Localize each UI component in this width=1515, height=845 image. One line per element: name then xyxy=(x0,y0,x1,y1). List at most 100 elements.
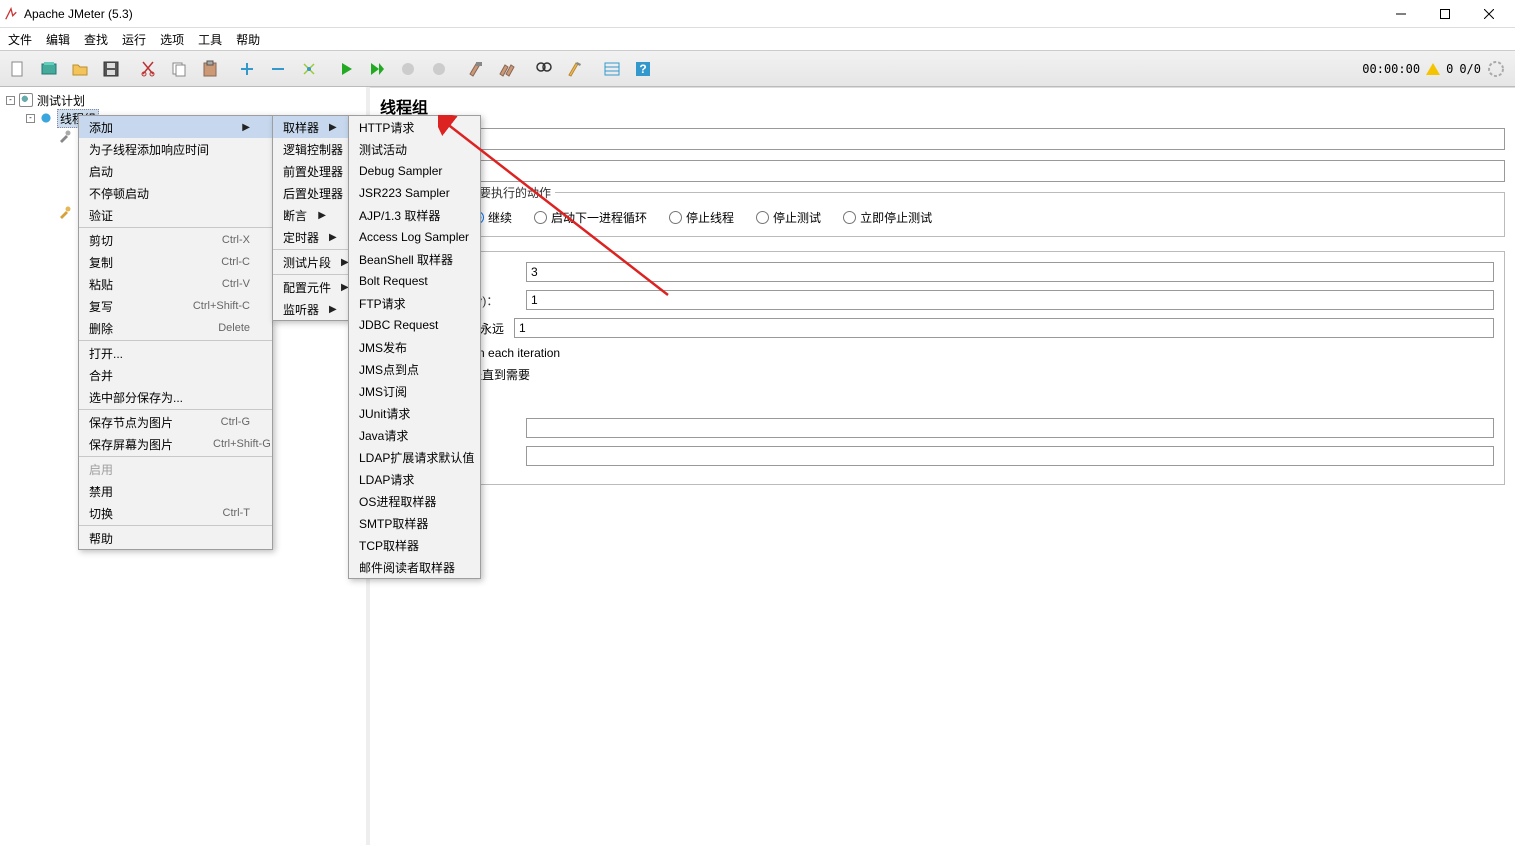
ctx-item[interactable]: LDAP扩展请求默认值 xyxy=(349,446,480,468)
ctx-item[interactable]: JMS发布 xyxy=(349,336,480,358)
ctx-item[interactable]: LDAP请求 xyxy=(349,468,480,490)
ctx-item[interactable]: BeanShell 取样器 xyxy=(349,248,480,270)
ctx-item[interactable]: 合并 xyxy=(79,364,272,386)
ctx-item[interactable]: 保存节点为图片Ctrl-G xyxy=(79,411,272,433)
ctx-item[interactable]: JDBC Request xyxy=(349,314,480,336)
ctx-item[interactable]: 剪切Ctrl-X xyxy=(79,229,272,251)
menu-tools[interactable]: 工具 xyxy=(198,31,222,48)
ctx-item[interactable]: JMS点到点 xyxy=(349,358,480,380)
server-status-icon xyxy=(1487,60,1505,78)
ctx-item[interactable]: 逻辑控制器▶ xyxy=(273,138,348,160)
collapse-button[interactable] xyxy=(264,55,292,83)
ctx-item[interactable]: 测试片段▶ xyxy=(273,251,348,273)
comment-input[interactable] xyxy=(430,160,1505,182)
ctx-item[interactable]: 定时器▶ xyxy=(273,226,348,248)
new-button[interactable] xyxy=(4,55,32,83)
menu-options[interactable]: 选项 xyxy=(160,31,184,48)
radio-next-loop[interactable]: 启动下一进程循环 xyxy=(534,209,647,226)
function-helper-button[interactable] xyxy=(598,55,626,83)
open-button[interactable] xyxy=(66,55,94,83)
radio-stop-thread[interactable]: 停止线程 xyxy=(669,209,734,226)
ctx-item[interactable]: 启动 xyxy=(79,160,272,182)
paste-button[interactable] xyxy=(196,55,224,83)
ctx-item[interactable]: 切换Ctrl-T xyxy=(79,502,272,524)
ctx-item[interactable]: 验证 xyxy=(79,204,272,226)
radio-stop-now[interactable]: 立即停止测试 xyxy=(843,209,932,226)
ctx-item[interactable]: JUnit请求 xyxy=(349,402,480,424)
threadgroup-icon xyxy=(39,111,53,125)
ctx-item[interactable]: 断言▶ xyxy=(273,204,348,226)
radio-stop-test[interactable]: 停止测试 xyxy=(756,209,821,226)
minimize-button[interactable] xyxy=(1379,1,1423,27)
ctx-item[interactable]: 不停顿启动 xyxy=(79,182,272,204)
templates-button[interactable] xyxy=(35,55,63,83)
stop-button[interactable] xyxy=(394,55,422,83)
ctx-item[interactable]: 取样器▶ xyxy=(273,116,348,138)
context-menu[interactable]: 添加▶为子线程添加响应时间启动不停顿启动验证剪切Ctrl-X复制Ctrl-C粘贴… xyxy=(78,115,273,550)
threads-input[interactable] xyxy=(526,262,1494,282)
ctx-item[interactable]: Bolt Request xyxy=(349,270,480,292)
ctx-item[interactable]: AJP/1.3 取样器 xyxy=(349,204,480,226)
menu-search[interactable]: 查找 xyxy=(84,31,108,48)
shutdown-button[interactable] xyxy=(425,55,453,83)
editor-pane: 线程组 名称： 注释： 在取样器错误后要执行的动作 继续 启动下一进程循环 停止… xyxy=(370,87,1515,845)
menu-help[interactable]: 帮助 xyxy=(236,31,260,48)
ctx-item[interactable]: 前置处理器▶ xyxy=(273,160,348,182)
ctx-item[interactable]: 测试活动 xyxy=(349,138,480,160)
ctx-item[interactable]: 选中部分保存为... xyxy=(79,386,272,408)
clear-button[interactable] xyxy=(462,55,490,83)
ctx-item[interactable]: Debug Sampler xyxy=(349,160,480,182)
startup-delay-input[interactable] xyxy=(526,446,1494,466)
submenu-sampler[interactable]: HTTP请求测试活动Debug SamplerJSR223 SamplerAJP… xyxy=(348,115,481,579)
ctx-item[interactable]: 删除Delete xyxy=(79,317,272,339)
menu-run[interactable]: 运行 xyxy=(122,31,146,48)
save-button[interactable] xyxy=(97,55,125,83)
tree-toggle[interactable]: - xyxy=(26,114,35,123)
ctx-item[interactable]: SMTP取样器 xyxy=(349,512,480,534)
ctx-item[interactable]: JMS订阅 xyxy=(349,380,480,402)
tree-testplan[interactable]: 测试计划 xyxy=(37,92,85,109)
cut-button[interactable] xyxy=(134,55,162,83)
duration-input[interactable] xyxy=(526,418,1494,438)
tree-toggle[interactable]: - xyxy=(6,96,15,105)
menu-file[interactable]: 文件 xyxy=(8,31,32,48)
ctx-item[interactable]: Access Log Sampler xyxy=(349,226,480,248)
close-button[interactable] xyxy=(1467,1,1511,27)
ctx-item[interactable]: 后置处理器▶ xyxy=(273,182,348,204)
ctx-item[interactable]: 为子线程添加响应时间 xyxy=(79,138,272,160)
loop-input[interactable] xyxy=(514,318,1494,338)
maximize-button[interactable] xyxy=(1423,1,1467,27)
sampler-icon xyxy=(58,205,72,219)
submenu-add[interactable]: 取样器▶逻辑控制器▶前置处理器▶后置处理器▶断言▶定时器▶ 测试片段▶ 配置元件▶监… xyxy=(272,115,349,321)
start-no-pause-button[interactable] xyxy=(363,55,391,83)
ctx-item[interactable]: 复制Ctrl-C xyxy=(79,251,272,273)
ctx-item[interactable]: OS进程取样器 xyxy=(349,490,480,512)
help-button[interactable]: ? xyxy=(629,55,657,83)
ctx-item[interactable]: 打开... xyxy=(79,342,272,364)
ctx-item[interactable]: JSR223 Sampler xyxy=(349,182,480,204)
menu-edit[interactable]: 编辑 xyxy=(46,31,70,48)
ctx-item[interactable]: FTP请求 xyxy=(349,292,480,314)
ctx-item[interactable]: 监听器▶ xyxy=(273,298,348,320)
search-button[interactable] xyxy=(530,55,558,83)
start-button[interactable] xyxy=(332,55,360,83)
ctx-item[interactable]: TCP取样器 xyxy=(349,534,480,556)
ctx-item[interactable]: 添加▶ xyxy=(79,116,272,138)
ctx-item[interactable]: 禁用 xyxy=(79,480,272,502)
clear-all-button[interactable] xyxy=(493,55,521,83)
ctx-item[interactable]: 配置元件▶ xyxy=(273,276,348,298)
ctx-item[interactable]: 邮件阅读者取样器 xyxy=(349,556,480,578)
thread-counter: 0/0 xyxy=(1459,62,1481,76)
name-input[interactable] xyxy=(430,128,1505,150)
toggle-button[interactable] xyxy=(295,55,323,83)
ctx-item[interactable]: 帮助 xyxy=(79,527,272,549)
ctx-item[interactable]: HTTP请求 xyxy=(349,116,480,138)
ctx-item[interactable]: 粘贴Ctrl-V xyxy=(79,273,272,295)
ctx-item[interactable]: Java请求 xyxy=(349,424,480,446)
copy-button[interactable] xyxy=(165,55,193,83)
ctx-item[interactable]: 复写Ctrl+Shift-C xyxy=(79,295,272,317)
ramp-input[interactable] xyxy=(526,290,1494,310)
ctx-item[interactable]: 保存屏幕为图片Ctrl+Shift-G xyxy=(79,433,272,455)
reset-search-button[interactable] xyxy=(561,55,589,83)
expand-button[interactable] xyxy=(233,55,261,83)
